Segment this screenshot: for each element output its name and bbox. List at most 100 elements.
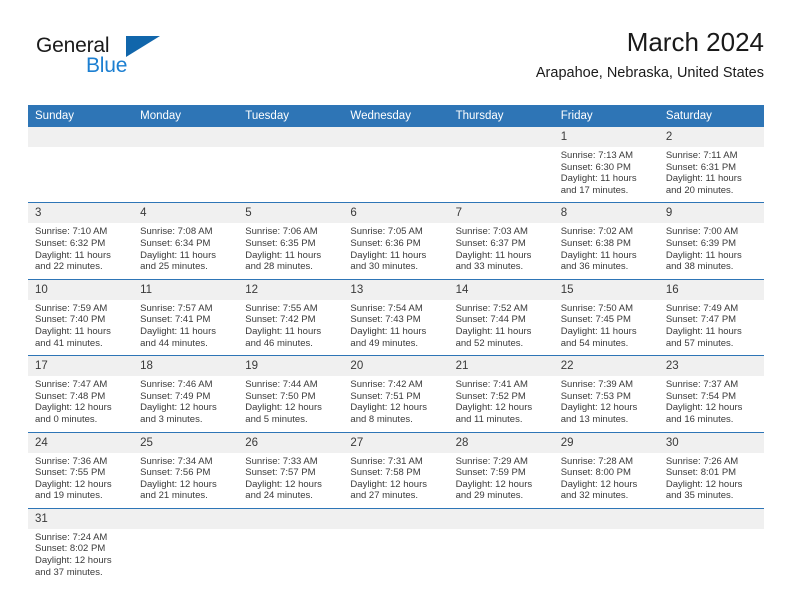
sunrise-time: Sunrise: 7:50 AM: [560, 302, 634, 314]
daylight-duration-line1: Daylight: 11 hours: [560, 325, 637, 337]
calendar-day-cell[interactable]: 23 Sunrise: 7:37 AM Sunset: 7:54 PM Dayligh…: [658, 355, 764, 432]
calendar-day-cell[interactable]: 27 Sunrise: 7:31 AM Sunset: 7:58 PM Dayligh…: [343, 431, 449, 509]
daylight-duration-line2: [561, 567, 653, 579]
calendar-day-cell[interactable]: 5 Sunrise: 7:06 AM Sunset: 6:35 PM Daylight…: [238, 202, 344, 280]
sunset-time: Sunset: 7:41 PM: [140, 314, 211, 326]
calendar-day-cell[interactable]: 1 Sunrise: 7:13 AM Sunset: 6:30 PM Daylight…: [553, 127, 659, 203]
day-details: Sunrise: 7:10 AM Sunset: 6:32 PM Daylight:…: [28, 223, 133, 278]
sunrise-time: Sunrise: 7:52 AM: [455, 302, 528, 314]
calendar-day-cell[interactable]: 14 Sunrise: 7:52 AM Sunset: 7:44 PM Dayligh…: [448, 278, 554, 356]
calendar-day-cell[interactable]: 30 Sunrise: 7:26 AM Sunset: 8:01 PM Dayligh…: [658, 431, 764, 509]
sunset-time: Sunset: 6:34 PM: [140, 237, 211, 249]
daylight-duration-line2: and 3 minutes.: [140, 413, 203, 425]
sunset-time: Sunset: 7:45 PM: [560, 314, 631, 326]
daylight-duration-line1: [140, 555, 232, 567]
sunrise-time: [245, 150, 337, 162]
daylight-duration-line1: Daylight: 12 hours: [35, 478, 112, 490]
daylight-duration-line1: Daylight: 12 hours: [665, 402, 743, 414]
day-number: 6: [343, 203, 449, 224]
day-number: 2: [658, 127, 764, 147]
calendar-day-cell[interactable]: 3 Sunrise: 7:10 AM Sunset: 6:32 PM Daylight…: [28, 202, 134, 280]
calendar-day-cell[interactable]: 29 Sunrise: 7:28 AM Sunset: 8:00 PM Dayligh…: [553, 431, 659, 509]
calendar-day-cell[interactable]: 15 Sunrise: 7:50 AM Sunset: 7:45 PM Dayligh…: [553, 278, 659, 356]
sunset-time: Sunset: 8:00 PM: [560, 467, 631, 479]
daylight-duration-line2: and 52 minutes.: [455, 337, 524, 349]
daylight-duration-line2: and 13 minutes.: [560, 413, 629, 425]
calendar-day-cell[interactable]: 24 Sunrise: 7:36 AM Sunset: 7:55 PM Dayligh…: [28, 431, 134, 509]
daylight-duration-line2: and 32 minutes.: [560, 490, 629, 502]
daylight-duration-line2: [456, 185, 548, 197]
calendar-day-cell[interactable]: 6 Sunrise: 7:05 AM Sunset: 6:36 PM Daylight…: [343, 202, 449, 280]
calendar-day-cell[interactable]: 21 Sunrise: 7:41 AM Sunset: 7:52 PM Dayligh…: [448, 355, 554, 432]
daylight-duration-line2: [245, 185, 337, 197]
day-details: Sunrise: 7:44 AM Sunset: 7:50 PM Daylight:…: [238, 376, 343, 431]
sunset-time: Sunset: 6:38 PM: [560, 237, 631, 249]
page-header: General Blue March 2024 Arapahoe, Nebras…: [28, 26, 764, 98]
day-number: [238, 508, 344, 529]
calendar-day-cell[interactable]: 2 Sunrise: 7:11 AM Sunset: 6:31 PM Daylight…: [658, 127, 764, 203]
day-number: 18: [133, 356, 239, 377]
calendar-day-cell[interactable]: 18 Sunrise: 7:46 AM Sunset: 7:49 PM Dayligh…: [133, 355, 239, 432]
calendar-day-cell[interactable]: 19 Sunrise: 7:44 AM Sunset: 7:50 PM Dayligh…: [238, 355, 344, 432]
daylight-duration-line1: Daylight: 12 hours: [245, 478, 322, 490]
sunset-time: [140, 543, 232, 555]
calendar-day-cell[interactable]: 10 Sunrise: 7:59 AM Sunset: 7:40 PM Dayligh…: [28, 278, 134, 356]
day-number: [448, 127, 554, 147]
calendar-day-cell[interactable]: 12 Sunrise: 7:55 AM Sunset: 7:42 PM Dayligh…: [238, 278, 344, 356]
calendar-day-cell[interactable]: 22 Sunrise: 7:39 AM Sunset: 7:53 PM Dayligh…: [553, 355, 659, 432]
sunset-time: Sunset: 7:42 PM: [245, 314, 316, 326]
calendar-day-cell[interactable]: 4 Sunrise: 7:08 AM Sunset: 6:34 PM Daylight…: [133, 202, 239, 280]
sunset-time: [140, 162, 232, 174]
calendar-day-cell[interactable]: 7 Sunrise: 7:03 AM Sunset: 6:37 PM Daylight…: [448, 202, 554, 280]
daylight-duration-line2: and 20 minutes.: [665, 184, 734, 196]
day-details: Sunrise: 7:41 AM Sunset: 7:52 PM Daylight:…: [449, 376, 554, 431]
calendar-day-cell[interactable]: 9 Sunrise: 7:00 AM Sunset: 6:39 PM Daylight…: [658, 202, 764, 280]
daylight-duration-line1: Daylight: 11 hours: [665, 173, 742, 185]
calendar-day-cell[interactable]: 13 Sunrise: 7:54 AM Sunset: 7:43 PM Dayligh…: [343, 278, 449, 356]
daylight-duration-line2: [456, 567, 548, 579]
day-number: 17: [28, 356, 134, 377]
calendar-day-cell[interactable]: 16 Sunrise: 7:49 AM Sunset: 7:47 PM Dayligh…: [658, 278, 764, 356]
sunrise-time: Sunrise: 7:02 AM: [560, 226, 634, 238]
day-details: [659, 529, 764, 584]
calendar-day-cell[interactable]: 17 Sunrise: 7:47 AM Sunset: 7:48 PM Dayligh…: [28, 355, 134, 432]
calendar-day-cell-empty: [28, 127, 134, 203]
calendar-day-cell[interactable]: 28 Sunrise: 7:29 AM Sunset: 7:59 PM Dayligh…: [448, 431, 554, 509]
daylight-duration-line2: [350, 567, 442, 579]
day-details: Sunrise: 7:52 AM Sunset: 7:44 PM Daylight:…: [449, 300, 554, 355]
day-details: [238, 147, 343, 202]
daylight-duration-line2: and 17 minutes.: [560, 184, 629, 196]
brand-logo[interactable]: General Blue: [36, 34, 216, 90]
calendar-day-cell[interactable]: 25 Sunrise: 7:34 AM Sunset: 7:56 PM Dayligh…: [133, 431, 239, 509]
sunrise-time: Sunrise: 7:44 AM: [245, 379, 318, 391]
calendar-day-cell[interactable]: 20 Sunrise: 7:42 AM Sunset: 7:51 PM Dayligh…: [343, 355, 449, 432]
daylight-duration-line2: and 35 minutes.: [665, 490, 734, 502]
sunset-time: Sunset: 7:40 PM: [35, 314, 106, 326]
day-details: Sunrise: 7:59 AM Sunset: 7:40 PM Daylight:…: [28, 300, 133, 355]
calendar-day-cell[interactable]: 26 Sunrise: 7:33 AM Sunset: 7:57 PM Dayligh…: [238, 431, 344, 509]
sunset-time: [666, 543, 758, 555]
day-number: 16: [658, 279, 764, 300]
daylight-duration-line2: and 0 minutes.: [35, 413, 98, 425]
day-details: Sunrise: 7:37 AM Sunset: 7:54 PM Daylight:…: [659, 376, 764, 431]
day-number: 28: [448, 432, 554, 453]
calendar-day-cell[interactable]: 31 Sunrise: 7:24 AM Sunset: 8:02 PM Dayligh…: [28, 507, 134, 585]
day-details: Sunrise: 7:34 AM Sunset: 7:56 PM Daylight:…: [133, 453, 238, 508]
sunrise-time: [456, 150, 548, 162]
calendar-week-row: 17 Sunrise: 7:47 AM Sunset: 7:48 PM Dayligh…: [28, 355, 764, 432]
page-title: March 2024: [626, 27, 764, 57]
calendar-day-cell-empty: [658, 507, 764, 585]
calendar-day-cell-empty: [448, 507, 554, 585]
daylight-duration-line1: Daylight: 11 hours: [35, 325, 111, 337]
day-details: [449, 147, 554, 202]
weekday-header-sunday: Sunday: [28, 105, 134, 127]
sunrise-time: Sunrise: 7:59 AM: [35, 302, 108, 314]
daylight-duration-line2: [140, 185, 232, 197]
day-details: Sunrise: 7:55 AM Sunset: 7:42 PM Daylight:…: [238, 300, 343, 355]
calendar-day-cell[interactable]: 8 Sunrise: 7:02 AM Sunset: 6:38 PM Daylight…: [553, 202, 659, 280]
day-details: Sunrise: 7:29 AM Sunset: 7:59 PM Daylight:…: [449, 453, 554, 508]
weekday-header-wednesday: Wednesday: [343, 105, 449, 127]
day-number: 7: [448, 203, 554, 224]
calendar-day-cell[interactable]: 11 Sunrise: 7:57 AM Sunset: 7:41 PM Dayligh…: [133, 278, 239, 356]
daylight-duration-line1: [456, 173, 548, 185]
